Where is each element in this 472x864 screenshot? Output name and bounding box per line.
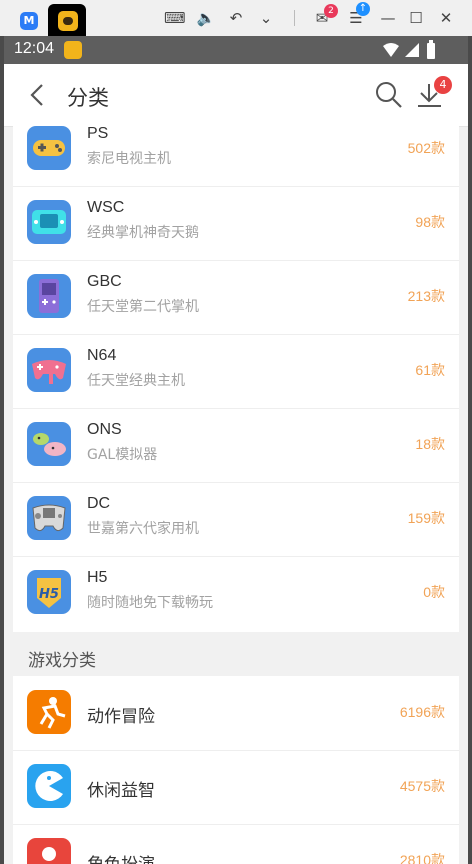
category-count: 6196款 bbox=[399, 704, 445, 720]
list-item[interactable]: WSC 经典掌机神奇天鹅 98款 bbox=[13, 186, 459, 261]
category-count: 4575款 bbox=[399, 778, 445, 794]
platform-name: H5 bbox=[87, 569, 108, 586]
tab-meitu[interactable]: M bbox=[16, 4, 44, 36]
window-title-bar: M ⌨ 🔈 ↶ ⌄ ✉ 2 ☰ ↑ — ☐ ✕ bbox=[0, 0, 472, 36]
platform-desc: 世嘉第六代家用机 bbox=[87, 521, 199, 537]
divider bbox=[294, 10, 295, 26]
platform-name: N64 bbox=[87, 347, 117, 364]
list-item[interactable]: DC 世嘉第六代家用机 159款 bbox=[13, 482, 459, 557]
volume-icon[interactable]: 🔈 bbox=[196, 8, 216, 28]
action-runner-icon bbox=[27, 690, 71, 734]
platform-desc: 索尼电视主机 bbox=[87, 151, 171, 167]
h5-icon: H5 bbox=[27, 570, 71, 614]
wonderswan-icon bbox=[27, 200, 71, 244]
update-badge: ↑ bbox=[356, 2, 370, 16]
platform-name: WSC bbox=[87, 199, 125, 216]
platform-list: PS 索尼电视主机 502款 WSC 经典掌机神奇天鹅 98款 GBC 任天堂第… bbox=[13, 125, 459, 632]
platform-name: DC bbox=[87, 495, 111, 512]
list-item[interactable]: 角色扮演 2810款 bbox=[13, 824, 459, 864]
list-item[interactable]: H5 H5 随时随地免下载畅玩 0款 bbox=[13, 556, 459, 630]
undo-icon[interactable]: ↶ bbox=[226, 8, 246, 28]
platform-count: 502款 bbox=[407, 140, 445, 156]
game-notification-icon bbox=[64, 41, 82, 59]
list-item[interactable]: GBC 任天堂第二代掌机 213款 bbox=[13, 260, 459, 335]
list-item[interactable]: 动作冒险 6196款 bbox=[13, 676, 459, 751]
gameboy-icon bbox=[27, 274, 71, 318]
list-item[interactable]: 休闲益智 4575款 bbox=[13, 750, 459, 825]
list-item[interactable]: PS 索尼电视主机 502款 bbox=[13, 112, 459, 187]
platform-desc: 经典掌机神奇天鹅 bbox=[87, 225, 199, 241]
pacman-icon bbox=[27, 764, 71, 808]
download-badge: 4 bbox=[434, 76, 452, 94]
platform-count: 213款 bbox=[407, 288, 445, 304]
status-time: 12:04 bbox=[14, 40, 55, 57]
platform-desc: 任天堂第二代掌机 bbox=[87, 299, 199, 315]
signal-icon bbox=[405, 43, 419, 57]
category-name: 动作冒险 bbox=[87, 707, 155, 726]
platform-count: 18款 bbox=[415, 436, 445, 452]
n64-controller-icon bbox=[27, 348, 71, 392]
minimize-icon[interactable]: — bbox=[378, 8, 398, 28]
battery-icon bbox=[427, 40, 435, 59]
section-title: 游戏分类 bbox=[28, 651, 96, 671]
platform-desc: GAL模拟器 bbox=[87, 447, 158, 463]
game-app-icon bbox=[58, 11, 78, 31]
platform-count: 61款 bbox=[415, 362, 445, 378]
tab-game-app[interactable] bbox=[48, 4, 86, 36]
svg-text:H5: H5 bbox=[39, 587, 59, 602]
dreamcast-controller-icon bbox=[27, 496, 71, 540]
meitu-app-icon: M bbox=[20, 12, 38, 30]
gamepad-icon bbox=[27, 126, 71, 170]
wifi-icon bbox=[383, 43, 399, 57]
mail-badge: 2 bbox=[324, 4, 338, 18]
category-name: 休闲益智 bbox=[87, 781, 155, 800]
platform-desc: 任天堂经典主机 bbox=[87, 373, 185, 389]
category-list: 动作冒险 6196款 休闲益智 4575款 角色扮演 2810款 bbox=[13, 676, 459, 864]
maximize-icon[interactable]: ☐ bbox=[406, 8, 426, 28]
list-item[interactable]: ONS GAL模拟器 18款 bbox=[13, 408, 459, 483]
close-icon[interactable]: ✕ bbox=[436, 8, 456, 28]
platform-name: PS bbox=[87, 125, 109, 142]
mail-icon[interactable]: ✉ 2 bbox=[312, 4, 338, 28]
list-item[interactable]: N64 任天堂经典主机 61款 bbox=[13, 334, 459, 409]
platform-count: 0款 bbox=[423, 584, 445, 600]
status-bar: 12:04 bbox=[4, 36, 468, 64]
chevron-down-icon[interactable]: ⌄ bbox=[256, 8, 276, 28]
category-count: 2810款 bbox=[399, 852, 445, 864]
platform-count: 159款 bbox=[407, 510, 445, 526]
ons-icon bbox=[27, 422, 71, 466]
back-arrow-icon[interactable] bbox=[24, 80, 52, 110]
platform-name: GBC bbox=[87, 273, 122, 290]
role-play-icon bbox=[27, 838, 71, 864]
platform-name: ONS bbox=[87, 421, 122, 438]
keyboard-icon[interactable]: ⌨ bbox=[164, 8, 186, 28]
platform-count: 98款 bbox=[415, 214, 445, 230]
category-name: 角色扮演 bbox=[87, 850, 155, 864]
platform-desc: 随时随地免下载畅玩 bbox=[87, 595, 213, 611]
menu-icon[interactable]: ☰ ↑ bbox=[346, 2, 370, 28]
search-icon[interactable] bbox=[374, 80, 404, 110]
page-title: 分类 bbox=[67, 86, 109, 110]
app-screen: 分类 4 PS 索尼电视主机 502款 WSC 经典掌机神奇天鹅 98款 GBC… bbox=[4, 64, 468, 864]
